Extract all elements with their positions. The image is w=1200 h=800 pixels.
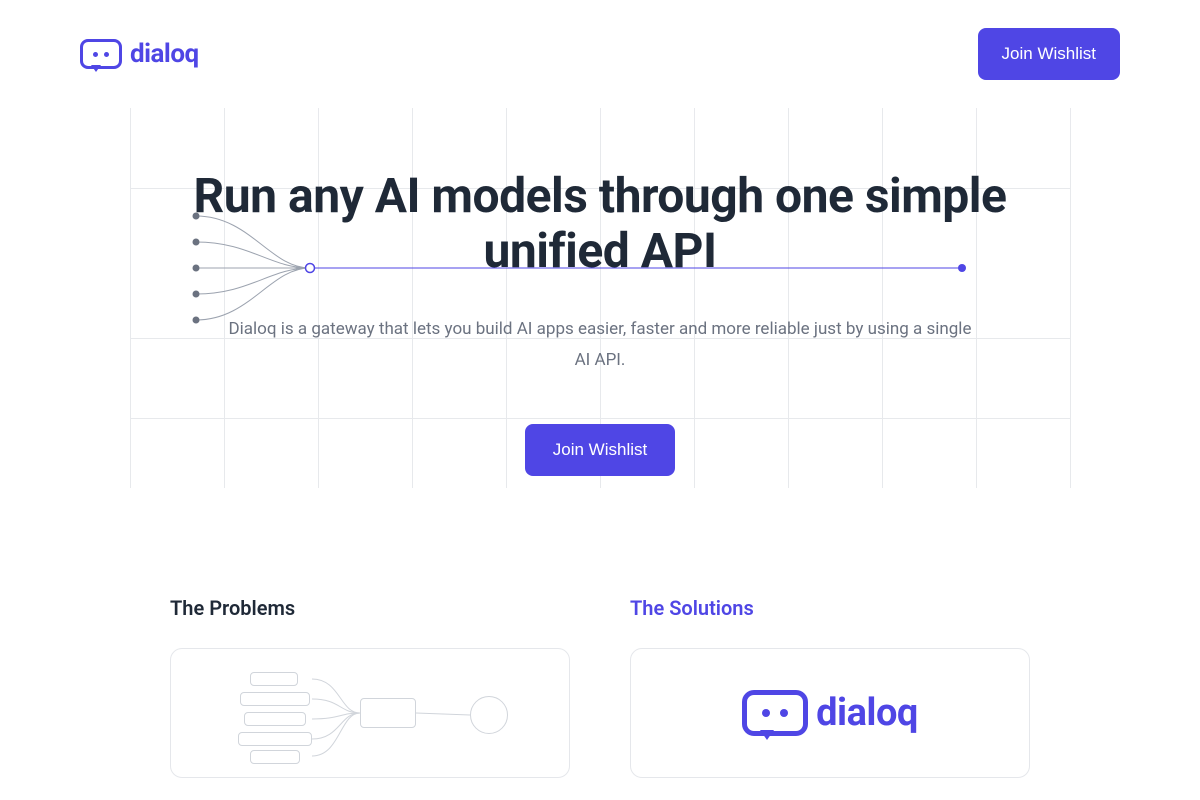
hero-title: Run any AI models through one simple uni… [120, 168, 1080, 278]
header: dialoq Join Wishlist [0, 0, 1200, 108]
brand-logo-large: dialoq [742, 690, 918, 736]
problems-title: The Problems [170, 596, 570, 620]
hero-join-wishlist-button[interactable]: Join Wishlist [525, 424, 675, 476]
hero-section: Run any AI models through one simple uni… [0, 108, 1200, 556]
brand-name: dialoq [130, 39, 199, 69]
hero-content: Run any AI models through one simple uni… [120, 168, 1080, 476]
join-wishlist-button[interactable]: Join Wishlist [978, 28, 1120, 80]
problems-section: The Problems [170, 596, 570, 778]
solutions-title: The Solutions [630, 596, 1030, 620]
solutions-card: dialoq [630, 648, 1030, 778]
chat-bubble-icon [80, 39, 122, 69]
hero-subtitle: Dialoq is a gateway that lets you build … [220, 314, 980, 375]
brand-logo[interactable]: dialoq [80, 39, 199, 69]
brand-name-large: dialoq [816, 691, 918, 735]
solutions-section: The Solutions dialoq [630, 596, 1030, 778]
problems-card [170, 648, 570, 778]
chat-bubble-icon [742, 690, 808, 736]
fragmented-apis-illustration [230, 668, 510, 758]
problems-solutions-row: The Problems [0, 556, 1200, 778]
